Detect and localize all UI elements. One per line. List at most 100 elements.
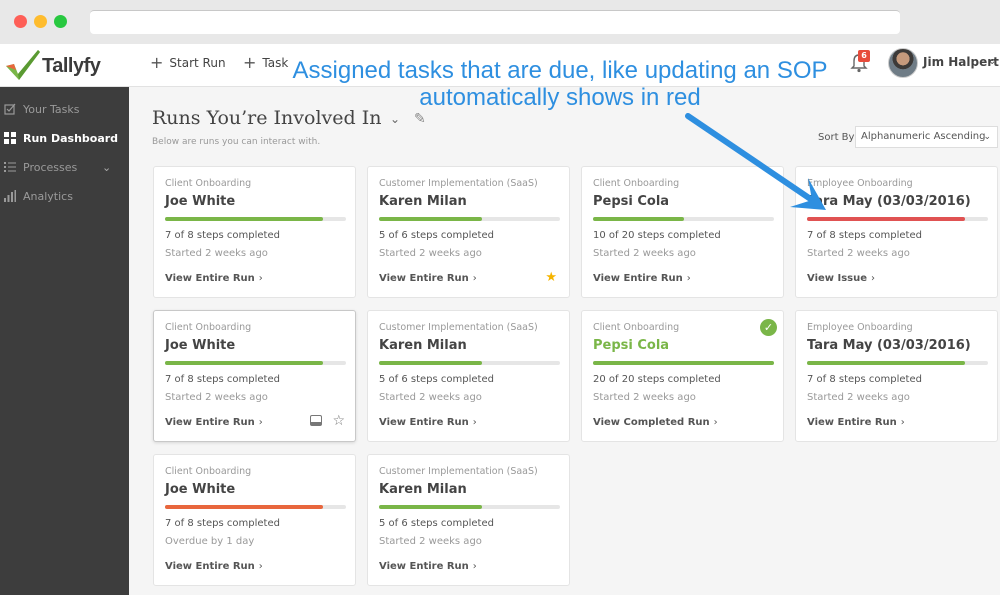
chevron-down-icon[interactable]: ⌄ <box>102 161 111 174</box>
run-card[interactable]: Client Onboarding Joe White 7 of 8 steps… <box>153 310 356 442</box>
run-status: Started 2 weeks ago <box>807 392 910 403</box>
sidebar-item-processes[interactable]: Processes ⌄ <box>0 154 129 180</box>
sidebar-item-analytics[interactable]: Analytics <box>0 183 129 209</box>
avatar[interactable] <box>888 48 918 78</box>
logo-text: Tallyfy <box>42 55 101 77</box>
start-run-button[interactable]: + Start Run <box>150 55 226 71</box>
run-card[interactable]: Client Onboarding Pepsi Cola 10 of 20 st… <box>581 166 784 298</box>
run-status: Overdue by 1 day <box>165 536 255 547</box>
start-run-label: Start Run <box>169 56 226 70</box>
steps-completed: 5 of 6 steps completed <box>379 230 494 241</box>
view-run-link[interactable]: View Entire Run › <box>807 417 905 428</box>
check-circle-icon: ✓ <box>760 319 777 336</box>
run-name[interactable]: Joe White <box>165 482 235 497</box>
chevron-right-icon: › <box>258 561 263 572</box>
view-run-label: View Entire Run <box>165 561 255 572</box>
run-name[interactable]: Joe White <box>165 338 235 353</box>
grid-icon <box>3 131 17 145</box>
chevron-right-icon: › <box>686 273 691 284</box>
view-run-label: View Completed Run <box>593 417 710 428</box>
run-status: Started 2 weeks ago <box>379 248 482 259</box>
view-run-label: View Entire Run <box>593 273 683 284</box>
run-card[interactable]: Customer Implementation (SaaS) Karen Mil… <box>367 454 570 586</box>
view-run-link[interactable]: View Entire Run › <box>593 273 691 284</box>
run-name[interactable]: Pepsi Cola <box>593 338 669 353</box>
view-run-link[interactable]: View Entire Run › <box>379 417 477 428</box>
bar-chart-icon <box>3 189 17 203</box>
view-run-link[interactable]: View Issue › <box>807 273 875 284</box>
run-name[interactable]: Tara May (03/03/2016) <box>807 338 971 353</box>
progress-fill <box>165 505 324 509</box>
run-name[interactable]: Karen Milan <box>379 338 467 353</box>
run-name[interactable]: Tara May (03/03/2016) <box>807 194 971 209</box>
chevron-right-icon: › <box>258 417 263 428</box>
view-run-link[interactable]: View Entire Run › <box>165 273 263 284</box>
sidebar-item-your-tasks[interactable]: Your Tasks <box>0 96 129 122</box>
view-run-label: View Entire Run <box>379 417 469 428</box>
view-run-link[interactable]: View Entire Run › <box>379 273 477 284</box>
progress-fill <box>379 505 482 509</box>
run-name[interactable]: Pepsi Cola <box>593 194 669 209</box>
inbox-icon[interactable] <box>310 415 322 426</box>
run-card[interactable]: Customer Implementation (SaaS) Karen Mil… <box>367 166 570 298</box>
steps-completed: 7 of 8 steps completed <box>165 518 280 529</box>
run-category: Client Onboarding <box>165 322 252 333</box>
run-category: Customer Implementation (SaaS) <box>379 322 538 333</box>
star-outline-icon[interactable]: ☆ <box>332 413 345 429</box>
chevron-down-icon[interactable]: ⌄ <box>390 112 400 126</box>
progress-bar <box>165 505 346 509</box>
run-card[interactable]: Client Onboarding Pepsi Cola 20 of 20 st… <box>581 310 784 442</box>
maximize-window-button[interactable] <box>54 15 67 28</box>
progress-bar <box>165 361 346 365</box>
progress-bar <box>593 217 774 221</box>
run-card[interactable]: Client Onboarding Joe White 7 of 8 steps… <box>153 454 356 586</box>
chevron-right-icon: › <box>472 417 477 428</box>
run-status: Started 2 weeks ago <box>379 392 482 403</box>
progress-fill <box>165 217 324 221</box>
browser-window: Tallyfy + Start Run + Task 6 Jim Halpert… <box>0 0 1000 595</box>
chevron-right-icon: › <box>258 273 263 284</box>
view-run-link[interactable]: View Entire Run › <box>165 561 263 572</box>
view-run-label: View Entire Run <box>379 561 469 572</box>
close-window-button[interactable] <box>14 15 27 28</box>
run-card[interactable]: Employee Onboarding Tara May (03/03/2016… <box>795 166 998 298</box>
star-filled-icon[interactable]: ★ <box>545 270 557 285</box>
run-card[interactable]: Client Onboarding Joe White 7 of 8 steps… <box>153 166 356 298</box>
view-run-label: View Entire Run <box>165 417 255 428</box>
run-name[interactable]: Joe White <box>165 194 235 209</box>
chevron-down-icon[interactable]: ⌄ <box>988 56 996 67</box>
sidebar-item-label: Your Tasks <box>23 102 80 116</box>
run-status: Started 2 weeks ago <box>165 392 268 403</box>
progress-fill <box>593 361 774 365</box>
view-run-link[interactable]: View Entire Run › <box>165 417 263 428</box>
pencil-icon[interactable]: ✎ <box>414 111 426 127</box>
run-card[interactable]: Customer Implementation (SaaS) Karen Mil… <box>367 310 570 442</box>
run-category: Client Onboarding <box>165 466 252 477</box>
address-bar[interactable] <box>90 10 900 34</box>
sidebar-item-label: Run Dashboard <box>23 131 119 145</box>
progress-bar <box>379 505 560 509</box>
progress-fill <box>593 217 684 221</box>
run-name[interactable]: Karen Milan <box>379 482 467 497</box>
minimize-window-button[interactable] <box>34 15 47 28</box>
sort-value: Alphanumeric Ascending <box>861 131 986 142</box>
run-name[interactable]: Karen Milan <box>379 194 467 209</box>
view-run-label: View Entire Run <box>807 417 897 428</box>
sidebar-item-run-dashboard[interactable]: Run Dashboard <box>0 125 129 151</box>
progress-bar <box>379 217 560 221</box>
chevron-right-icon: › <box>713 417 718 428</box>
view-run-label: View Entire Run <box>379 273 469 284</box>
tallyfy-logo[interactable]: Tallyfy <box>4 48 104 82</box>
progress-fill <box>379 361 482 365</box>
run-card[interactable]: Employee Onboarding Tara May (03/03/2016… <box>795 310 998 442</box>
chevron-right-icon: › <box>472 561 477 572</box>
run-category: Client Onboarding <box>593 178 680 189</box>
chevron-right-icon: › <box>871 273 876 284</box>
sort-select[interactable]: Alphanumeric Ascending ⌄ <box>855 126 998 148</box>
page-subtitle: Below are runs you can interact with. <box>152 137 321 147</box>
progress-bar <box>379 361 560 365</box>
view-run-link[interactable]: View Completed Run › <box>593 417 718 428</box>
view-run-link[interactable]: View Entire Run › <box>379 561 477 572</box>
steps-completed: 7 of 8 steps completed <box>807 230 922 241</box>
run-status: Started 2 weeks ago <box>807 248 910 259</box>
